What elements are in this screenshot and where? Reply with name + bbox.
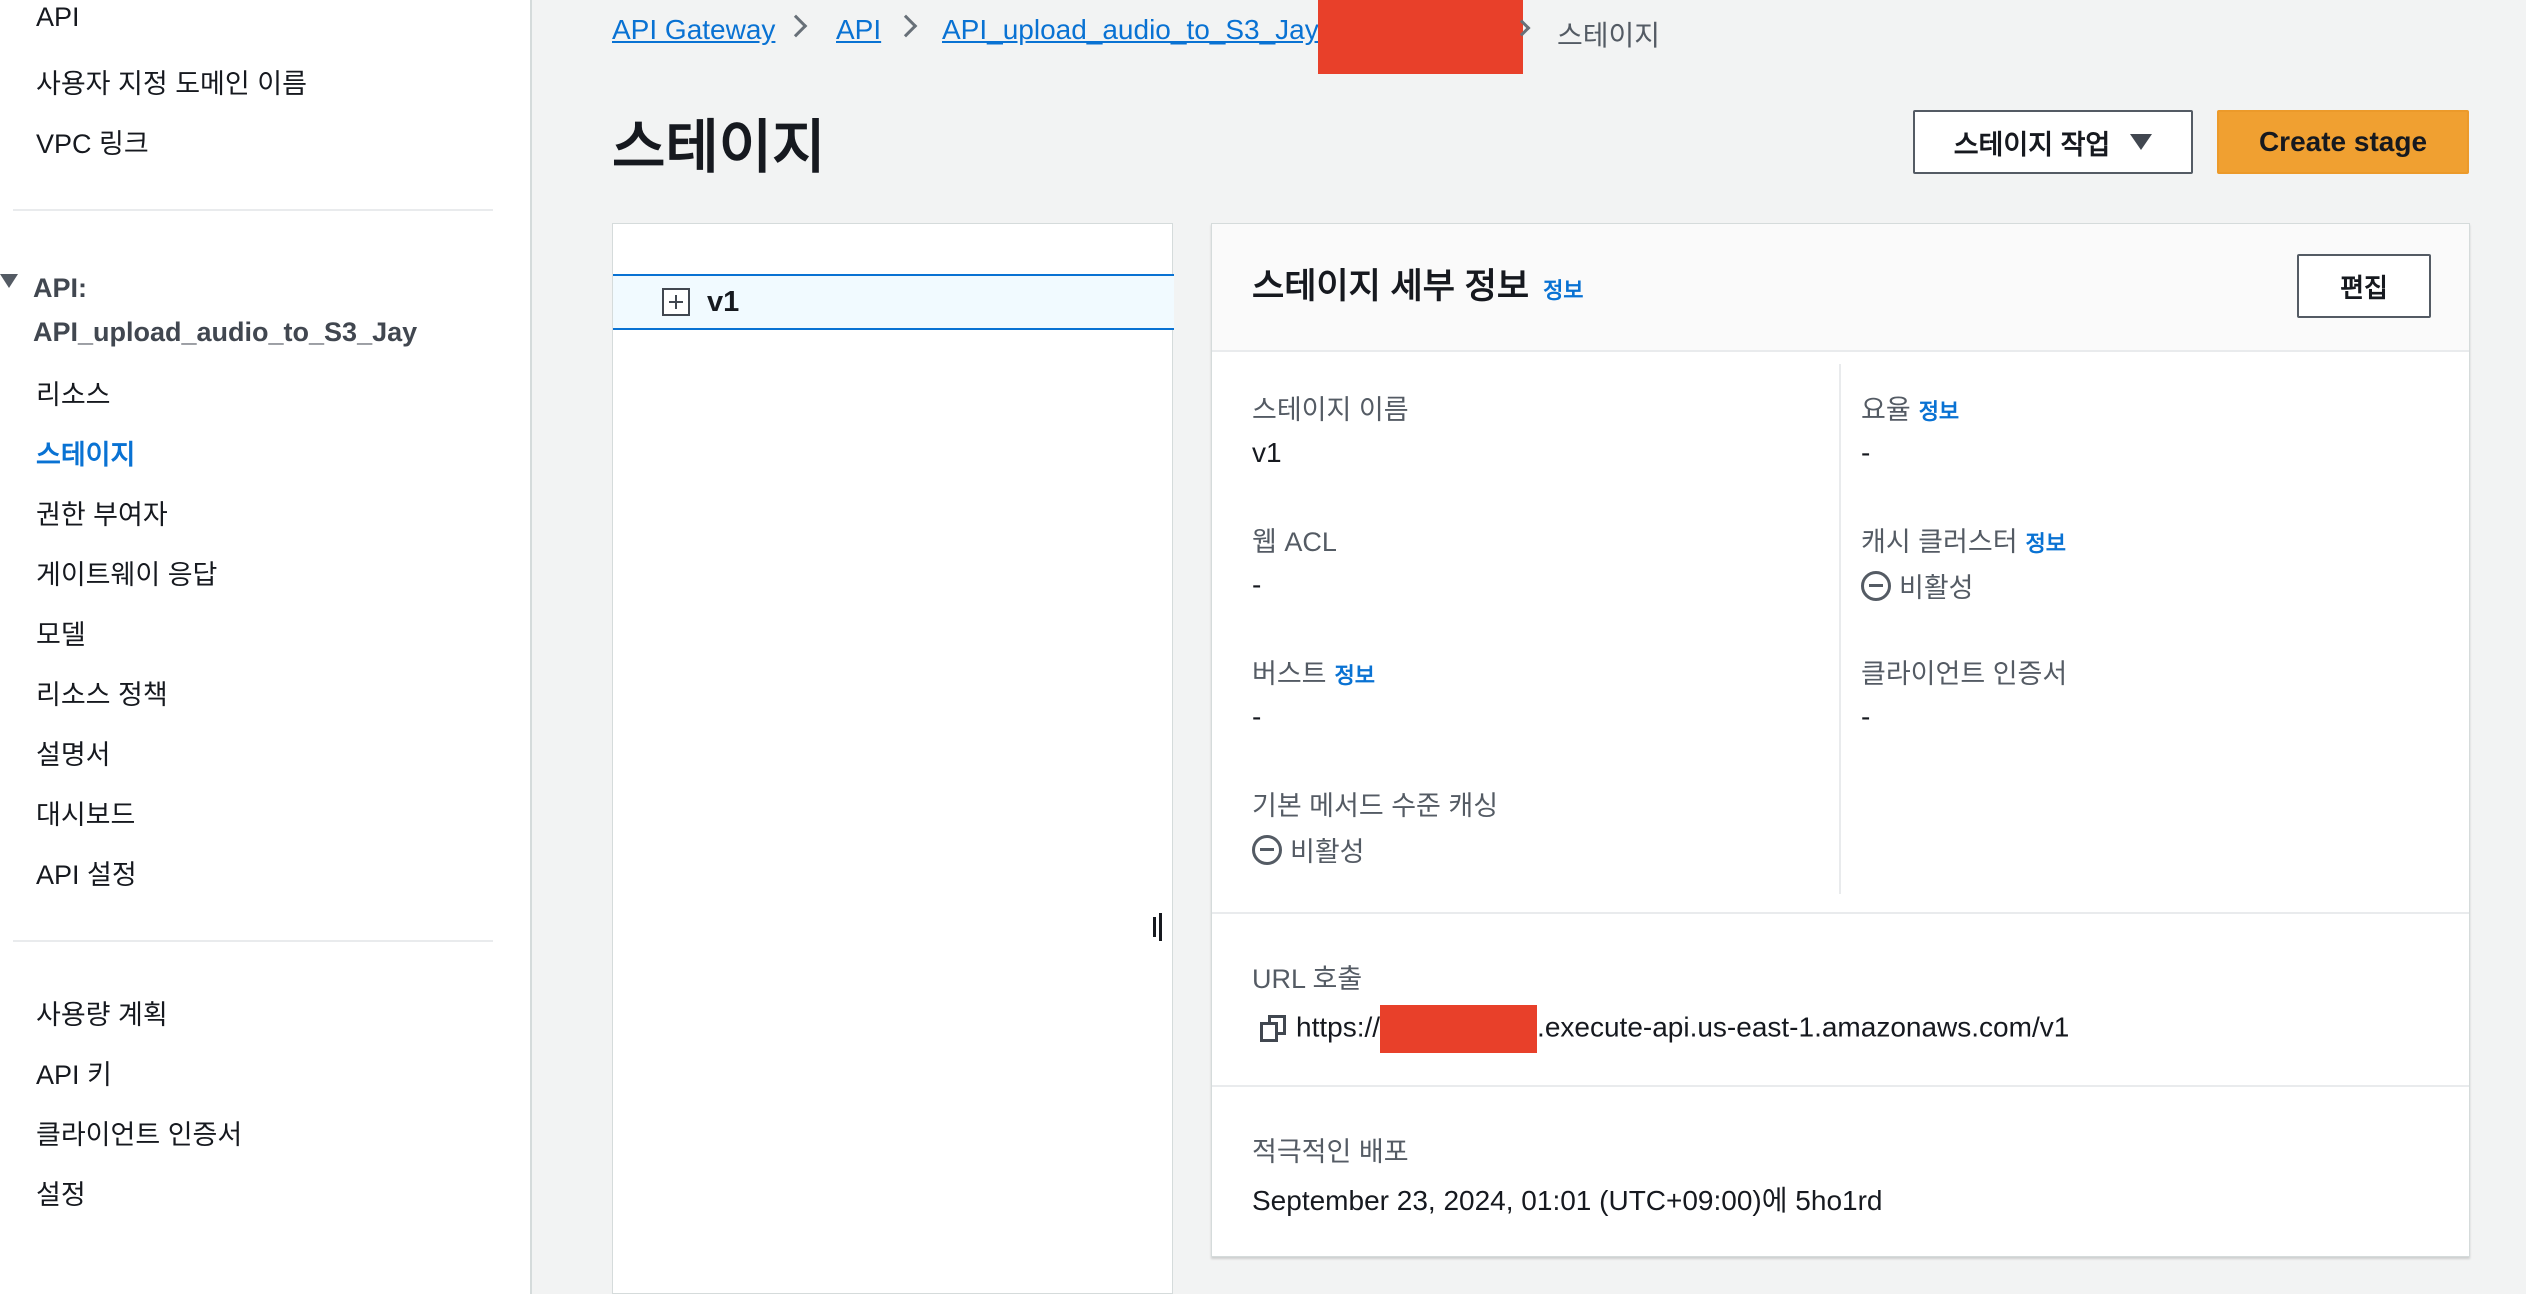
active-deployment-value: September 23, 2024, 01:01 (UTC+09:00)에 5…	[1252, 1185, 1883, 1216]
redaction-box	[1380, 1005, 1538, 1053]
section-divider	[1212, 1085, 2469, 1087]
sidebar-item-custom-domain-names[interactable]: 사용자 지정 도메인 이름	[36, 62, 307, 101]
details-title: 스테이지 세부 정보 정보	[1252, 258, 1584, 309]
invoke-url-prefix: https://	[1296, 1011, 1381, 1043]
caret-down-icon	[2130, 134, 2153, 150]
rate-label: 요율 정보	[1861, 388, 1959, 427]
sidebar-item-settings[interactable]: 설정	[36, 1173, 86, 1212]
details-title-text: 스테이지 세부 정보	[1252, 267, 1530, 306]
info-link[interactable]: 정보	[1335, 663, 1375, 688]
breadcrumb-api[interactable]: API	[836, 14, 881, 46]
breadcrumb-api-name[interactable]: API_upload_audio_to_S3_Jay	[942, 14, 1319, 46]
tree-node-label: v1	[707, 286, 740, 318]
sidebar-item-authorizers[interactable]: 권한 부여자	[36, 493, 168, 532]
info-link[interactable]: 정보	[2026, 531, 2066, 556]
sidebar-divider	[13, 209, 493, 211]
invoke-url-suffix: .execute-api.us-east-1.amazonaws.com/v1	[1537, 1011, 2070, 1043]
cache-cluster-label-text: 캐시 클러스터	[1861, 527, 2018, 557]
sidebar-item-api-settings[interactable]: API 설정	[36, 853, 137, 892]
invoke-url-label: URL 호출	[1252, 964, 1363, 994]
burst-label: 버스트 정보	[1252, 652, 1375, 691]
invoke-url-row: https:// .execute-api.us-east-1.amazonaws…	[1260, 1005, 2069, 1053]
stage-name-label: 스테이지 이름	[1252, 395, 1409, 425]
sidebar-item-resource-policy[interactable]: 리소스 정책	[36, 673, 168, 712]
chevron-right-icon	[784, 14, 808, 38]
client-cert-value: -	[1861, 701, 1871, 732]
sidebar-item-resources[interactable]: 리소스	[36, 373, 111, 412]
sidebar-item-api-keys[interactable]: API 키	[36, 1053, 112, 1092]
breadcrumb-api-gateway[interactable]: API Gateway	[612, 14, 775, 46]
sidebar-item-stages[interactable]: 스테이지	[36, 433, 135, 472]
web-acl-label: 웹 ACL	[1252, 527, 1337, 557]
cache-cluster-status: 비활성	[1861, 566, 1974, 605]
stage-details-panel: 스테이지 세부 정보 정보 편집 스테이지 이름 v1 웹 ACL - 버스트 정보…	[1211, 223, 2470, 1257]
rate-label-text: 요율	[1861, 395, 1911, 425]
stage-actions-button[interactable]: 스테이지 작업	[1913, 110, 2193, 174]
info-link[interactable]: 정보	[1919, 399, 1959, 424]
panel-resize-handle[interactable]	[1153, 913, 1162, 941]
sidebar: API 사용자 지정 도메인 이름 VPC 링크 API: API_upload…	[0, 0, 532, 1294]
sidebar-item-client-certificates[interactable]: 클라이언트 인증서	[36, 1113, 242, 1152]
sidebar-item-api[interactable]: API	[36, 2, 80, 33]
stage-name-value: v1	[1252, 437, 1282, 468]
method-cache-label: 기본 메서드 수준 캐싱	[1252, 791, 1499, 821]
stage-tree-panel: v1	[612, 223, 1174, 1294]
page-title: 스테이지	[612, 115, 826, 180]
sidebar-item-vpc-links[interactable]: VPC 링크	[36, 122, 149, 161]
client-cert-label: 클라이언트 인증서	[1861, 659, 2068, 689]
sidebar-item-gateway-responses[interactable]: 게이트웨이 응답	[36, 553, 217, 592]
section-divider	[1212, 912, 2469, 914]
rate-value: -	[1861, 437, 1871, 468]
cache-cluster-value: 비활성	[1899, 573, 1974, 603]
burst-label-text: 버스트	[1252, 659, 1327, 689]
chevron-right-icon	[894, 14, 918, 38]
create-stage-button[interactable]: Create stage	[2217, 110, 2469, 174]
tree-node-v1[interactable]: v1	[613, 274, 1174, 330]
sidebar-item-models[interactable]: 모델	[36, 613, 86, 652]
sidebar-item-dashboard[interactable]: 대시보드	[36, 793, 135, 832]
active-deployment-label: 적극적인 배포	[1252, 1137, 1409, 1167]
sidebar-api-title-name: API_upload_audio_to_S3_Jay	[33, 317, 418, 347]
web-acl-value: -	[1252, 569, 1262, 600]
stage-actions-label: 스테이지 작업	[1953, 129, 2111, 160]
minus-circle-icon	[1252, 834, 1282, 865]
copy-icon[interactable]	[1260, 1015, 1288, 1043]
method-cache-value: 비활성	[1290, 837, 1365, 867]
cache-cluster-label: 캐시 클러스터 정보	[1861, 520, 2066, 559]
minus-circle-icon	[1861, 570, 1891, 601]
expand-plus-icon[interactable]	[662, 288, 690, 316]
caret-down-icon[interactable]	[0, 274, 18, 288]
redaction-box	[1318, 0, 1523, 74]
method-cache-status: 비활성	[1252, 830, 1365, 869]
sidebar-item-usage-plans[interactable]: 사용량 계획	[36, 993, 168, 1032]
column-divider	[1839, 364, 1841, 894]
invoke-url[interactable]: https:// .execute-api.us-east-1.amazonaws…	[1296, 1005, 2069, 1053]
edit-button[interactable]: 편집	[2297, 254, 2431, 318]
burst-value: -	[1252, 701, 1262, 732]
sidebar-divider	[13, 940, 493, 942]
details-header: 스테이지 세부 정보 정보 편집	[1212, 224, 2469, 352]
sidebar-api-title-prefix: API:	[33, 273, 87, 303]
breadcrumb-current: 스테이지	[1557, 20, 1661, 51]
sidebar-item-documentation[interactable]: 설명서	[36, 733, 111, 772]
info-link[interactable]: 정보	[1543, 278, 1583, 303]
sidebar-api-title[interactable]: API: API_upload_audio_to_S3_Jay	[33, 266, 513, 354]
